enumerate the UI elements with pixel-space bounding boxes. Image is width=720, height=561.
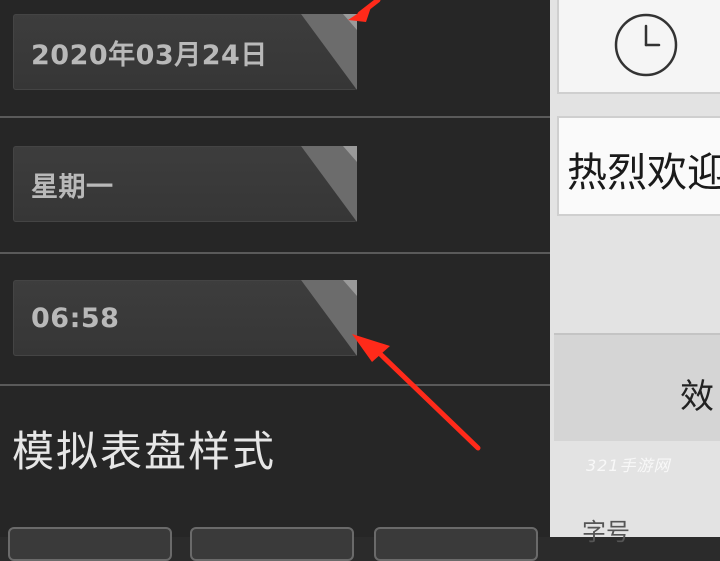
field-corner-marker bbox=[301, 280, 357, 356]
divider bbox=[0, 384, 550, 386]
font-size-label: 字号 bbox=[582, 518, 630, 546]
divider bbox=[0, 252, 550, 254]
effect-header: 效 bbox=[554, 333, 720, 441]
welcome-text-box[interactable]: 热烈欢迎 bbox=[557, 116, 720, 216]
effect-label: 效 bbox=[680, 377, 714, 417]
dial-style-option-2[interactable] bbox=[190, 527, 354, 561]
date-value: 2020年03月24日 bbox=[31, 39, 268, 71]
weekday-field[interactable]: 星期一 bbox=[13, 146, 357, 222]
watermark: 321手游网 bbox=[586, 456, 671, 475]
section-title: 模拟表盘样式 bbox=[12, 427, 277, 476]
dial-style-option-1[interactable] bbox=[8, 527, 172, 561]
clock-icon bbox=[614, 13, 678, 77]
field-corner-marker bbox=[301, 146, 357, 222]
weekday-value: 星期一 bbox=[31, 171, 114, 203]
date-field[interactable]: 2020年03月24日 bbox=[13, 14, 357, 90]
dial-style-option-3[interactable] bbox=[374, 527, 538, 561]
divider bbox=[0, 116, 550, 118]
field-corner-marker bbox=[301, 14, 357, 90]
welcome-text: 热烈欢迎 bbox=[567, 150, 720, 196]
settings-panel: 2020年03月24日 星期一 06:58 模拟表盘样式 bbox=[0, 0, 550, 561]
time-value: 06:58 bbox=[31, 302, 120, 334]
clock-preview[interactable] bbox=[557, 0, 720, 94]
time-field[interactable]: 06:58 bbox=[13, 280, 357, 356]
